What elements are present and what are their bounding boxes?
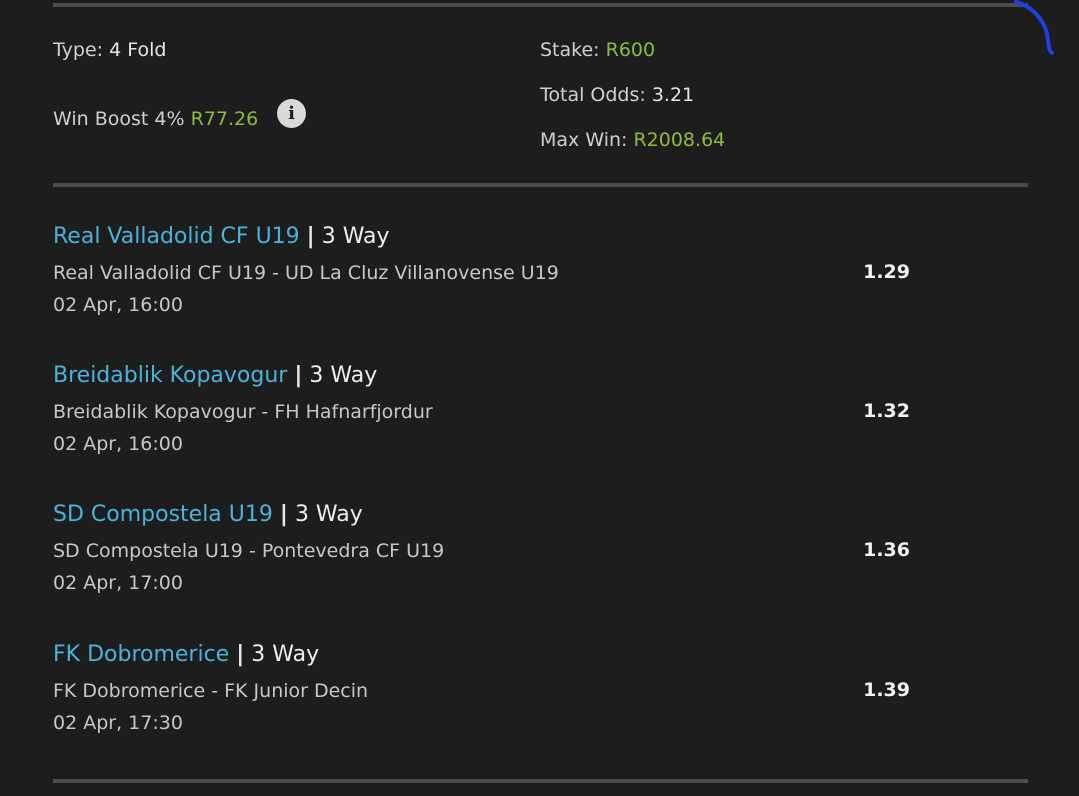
blue-pen-scribble [1014,0,1054,55]
selection-odds: 1.39 [863,679,910,701]
max-win-value: R2008.64 [633,129,726,151]
info-icon[interactable]: i [277,99,306,128]
betslip-page: Type: 4 Fold Win Boost 4% R77.26 i Stake… [0,0,1079,796]
selection-market: 3 Way [294,502,363,527]
selection-team-link[interactable]: SD Compostela U19 [53,502,273,527]
selection-item: SD Compostela U19 | 3 Way SD Compostela … [53,502,953,617]
total-odds-row: Total Odds: 3.21 [540,84,694,106]
stake-label: Stake: [540,39,600,61]
title-separator: | [294,363,303,388]
stake-row: Stake: R600 [540,39,655,61]
selection-date: 02 Apr, 17:30 [53,712,183,734]
selection-team-link[interactable]: Breidablik Kopavogur [53,363,287,388]
selection-match: Real Valladolid CF U19 - UD La Cluz Vill… [53,262,559,284]
selection-title: Breidablik Kopavogur | 3 Way [53,363,377,388]
selection-item: FK Dobromerice | 3 Way FK Dobromerice - … [53,642,953,757]
selection-odds: 1.29 [863,261,910,283]
selection-date: 02 Apr, 17:00 [53,572,183,594]
max-win-row: Max Win: R2008.64 [540,129,725,151]
summary-divider [53,183,1028,187]
bet-type-value: 4 Fold [109,39,167,61]
win-boost-row: Win Boost 4% R77.26 [53,108,258,130]
selection-market: 3 Way [321,224,390,249]
selection-team-link[interactable]: FK Dobromerice [53,642,229,667]
selection-date: 02 Apr, 16:00 [53,294,183,316]
bet-type-label: Type: [53,39,104,61]
selection-market: 3 Way [251,642,320,667]
total-odds-label: Total Odds: [540,84,646,106]
selection-odds: 1.32 [863,400,910,422]
title-separator: | [306,224,315,249]
selection-odds: 1.36 [863,539,910,561]
title-separator: | [279,502,288,527]
stake-value: R600 [605,39,656,61]
selection-match: Breidablik Kopavogur - FH Hafnarfjordur [53,401,433,423]
selection-match: SD Compostela U19 - Pontevedra CF U19 [53,540,445,562]
bottom-divider [53,779,1028,783]
win-boost-label: Win Boost 4% [53,108,185,130]
selection-item: Breidablik Kopavogur | 3 Way Breidablik … [53,363,953,478]
selection-item: Real Valladolid CF U19 | 3 Way Real Vall… [53,224,953,339]
selection-team-link[interactable]: Real Valladolid CF U19 [53,224,300,249]
win-boost-value: R77.26 [190,108,259,130]
selection-market: 3 Way [309,363,378,388]
selection-title: Real Valladolid CF U19 | 3 Way [53,224,390,249]
total-odds-value: 3.21 [651,84,695,106]
selection-title: FK Dobromerice | 3 Way [53,642,319,667]
selection-title: SD Compostela U19 | 3 Way [53,502,363,527]
top-divider [53,3,1028,7]
selection-match: FK Dobromerice - FK Junior Decin [53,680,369,702]
bet-type-row: Type: 4 Fold [53,39,166,61]
selection-date: 02 Apr, 16:00 [53,433,183,455]
max-win-label: Max Win: [540,129,628,151]
title-separator: | [236,642,245,667]
